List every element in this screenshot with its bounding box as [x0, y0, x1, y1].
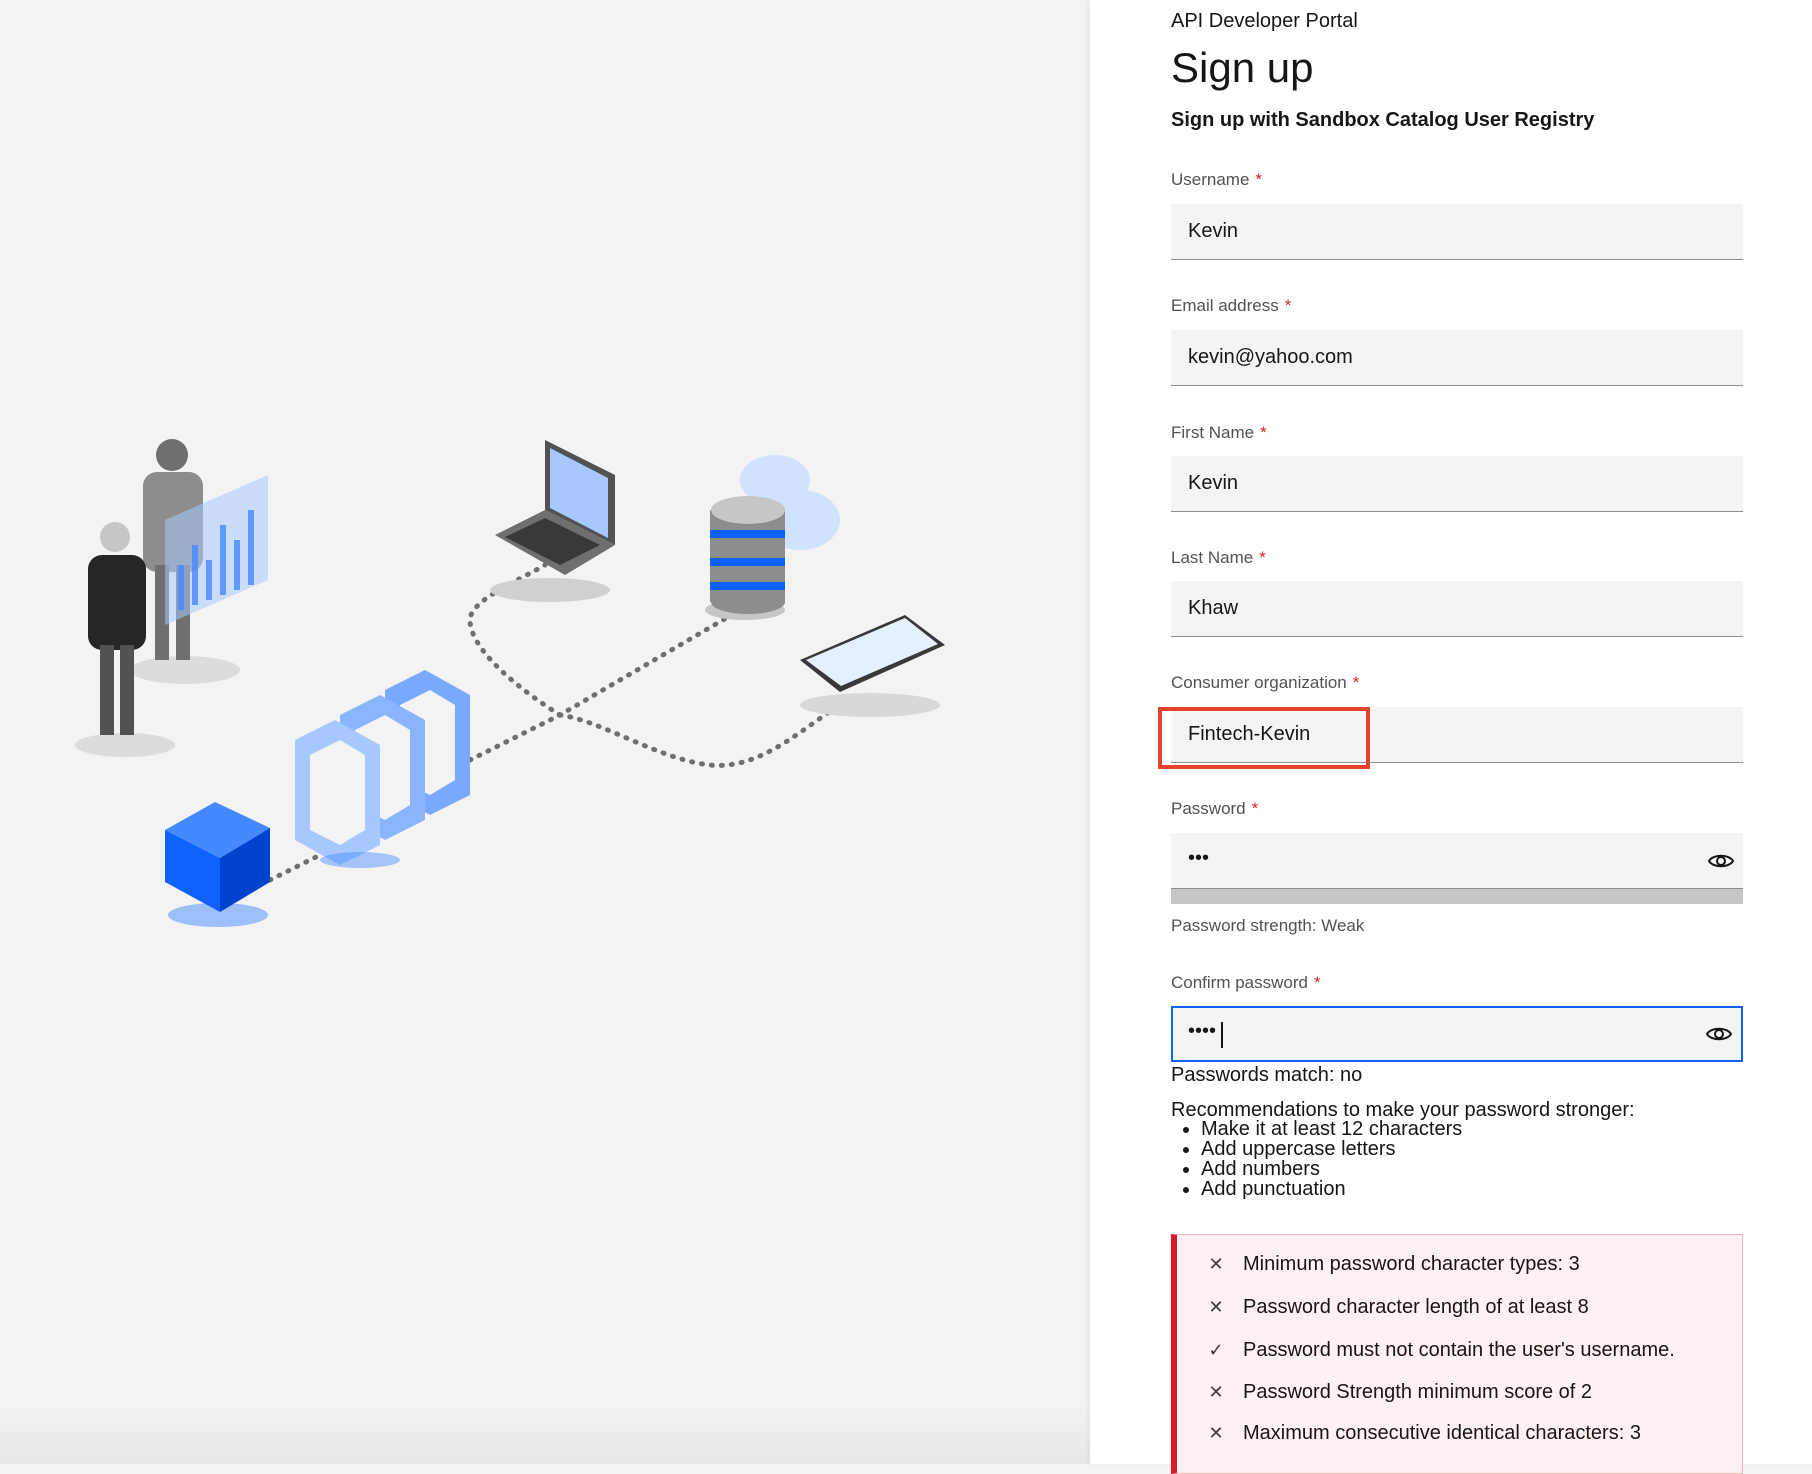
text-cursor	[1221, 1022, 1223, 1048]
required-marker: *	[1259, 548, 1266, 567]
list-item: Add numbers	[1201, 1159, 1462, 1179]
close-icon: ✕	[1208, 1254, 1224, 1274]
confirm-password-label: Confirm password *	[1171, 973, 1321, 992]
rule-item: ✕ Minimum password character types: 3	[1207, 1253, 1580, 1276]
page-subtitle: Sign up with Sandbox Catalog User Regist…	[1171, 109, 1595, 131]
close-icon: ✕	[1208, 1297, 1224, 1317]
email-label: Email address *	[1171, 296, 1292, 315]
rule-item: ✕ Password character length of at least …	[1207, 1296, 1589, 1319]
rule-item: ✕ Password Strength minimum score of 2	[1207, 1381, 1592, 1404]
annotation-highlight-box	[1158, 707, 1370, 769]
rule-text: Password character length of at least 8	[1243, 1296, 1589, 1318]
api-illustration	[75, 439, 945, 927]
rule-text: Minimum password character types: 3	[1243, 1253, 1580, 1275]
list-item: Make it at least 12 characters	[1201, 1119, 1462, 1139]
required-marker: *	[1255, 170, 1263, 189]
confirm-password-value: ••••	[1188, 1020, 1217, 1042]
mobile-phone	[800, 615, 945, 717]
page-title: Sign up	[1171, 44, 1314, 91]
database	[705, 455, 840, 620]
email-value: kevin@yahoo.com	[1188, 346, 1353, 368]
passwords-match-text: Passwords match: no	[1171, 1064, 1363, 1086]
gateway-frames	[295, 670, 470, 868]
required-marker: *	[1260, 423, 1267, 442]
first-name-field[interactable]: Kevin	[1171, 456, 1743, 512]
password-strength-meter	[1171, 889, 1743, 904]
last-name-field[interactable]: Khaw	[1171, 581, 1743, 637]
rule-item: ✕ Maximum consecutive identical characte…	[1207, 1422, 1641, 1445]
email-field[interactable]: kevin@yahoo.com	[1171, 330, 1743, 386]
list-item: Add uppercase letters	[1201, 1139, 1462, 1159]
close-icon: ✕	[1208, 1423, 1224, 1443]
username-label: Username *	[1171, 170, 1263, 189]
last-name-value: Khaw	[1188, 597, 1239, 619]
password-rules-notification: ✕ Minimum password character types: 3 ✕ …	[1171, 1234, 1743, 1474]
blue-cube	[165, 802, 270, 927]
password-strength-text: Password strength: Weak	[1171, 916, 1365, 935]
required-marker: *	[1314, 973, 1321, 992]
password-label: Password *	[1171, 799, 1259, 818]
confirm-password-field[interactable]: ••••	[1171, 1006, 1743, 1062]
password-field[interactable]: •••	[1171, 833, 1743, 889]
required-marker: *	[1284, 296, 1292, 315]
people-figures	[75, 439, 268, 757]
first-name-value: Kevin	[1188, 472, 1239, 494]
bottom-shade	[0, 1400, 1090, 1464]
rule-item: ✓ Password must not contain the user's u…	[1207, 1339, 1675, 1362]
laptop	[490, 440, 615, 602]
eye-icon[interactable]	[1707, 849, 1735, 873]
password-value: •••	[1188, 847, 1210, 869]
eye-icon[interactable]	[1705, 1022, 1733, 1046]
close-icon: ✕	[1208, 1382, 1224, 1402]
recommendations-list: Make it at least 12 characters Add upper…	[1171, 1119, 1462, 1199]
first-name-label: First Name *	[1171, 423, 1267, 442]
portal-name: API Developer Portal	[1171, 10, 1358, 32]
consumer-org-label: Consumer organization *	[1171, 673, 1360, 692]
username-value: Kevin	[1188, 220, 1239, 242]
illustration-panel	[0, 0, 1090, 1464]
required-marker: *	[1251, 799, 1259, 818]
checkmark-icon: ✓	[1208, 1340, 1224, 1360]
last-name-label: Last Name *	[1171, 548, 1266, 567]
list-item: Add punctuation	[1201, 1179, 1462, 1199]
rule-text: Maximum consecutive identical characters…	[1243, 1422, 1641, 1444]
required-marker: *	[1352, 673, 1360, 692]
username-field[interactable]: Kevin	[1171, 204, 1743, 260]
rule-text: Password must not contain the user's use…	[1243, 1339, 1675, 1361]
rule-text: Password Strength minimum score of 2	[1243, 1381, 1593, 1403]
